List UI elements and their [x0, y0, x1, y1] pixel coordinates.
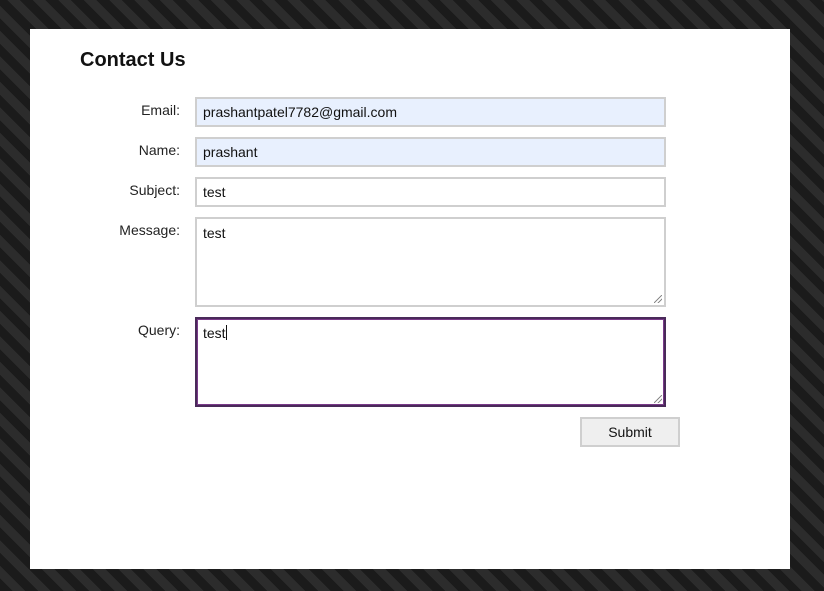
contact-form-panel: Contact Us Email: prashantpatel7782@gmai… — [30, 29, 790, 569]
message-value: test — [203, 225, 226, 241]
name-field[interactable]: prashant — [195, 137, 666, 167]
submit-button[interactable]: Submit — [580, 417, 680, 447]
email-label: Email: — [141, 102, 180, 118]
message-textarea[interactable]: test — [195, 217, 666, 307]
resize-handle-icon[interactable] — [654, 395, 662, 403]
email-field[interactable]: prashantpatel7782@gmail.com — [195, 97, 666, 127]
subject-label: Subject: — [129, 182, 180, 198]
page-title: Contact Us — [80, 49, 186, 71]
query-value: test — [203, 325, 226, 341]
query-textarea[interactable]: test — [195, 317, 666, 407]
name-value: prashant — [203, 144, 258, 160]
text-cursor — [225, 325, 227, 340]
subject-field[interactable]: test — [195, 177, 666, 207]
name-label: Name: — [138, 142, 180, 158]
email-value: prashantpatel7782@gmail.com — [203, 104, 397, 120]
query-label: Query: — [137, 322, 180, 338]
message-label: Message: — [119, 222, 180, 238]
resize-handle-icon[interactable] — [654, 295, 662, 303]
subject-value: test — [203, 184, 226, 200]
